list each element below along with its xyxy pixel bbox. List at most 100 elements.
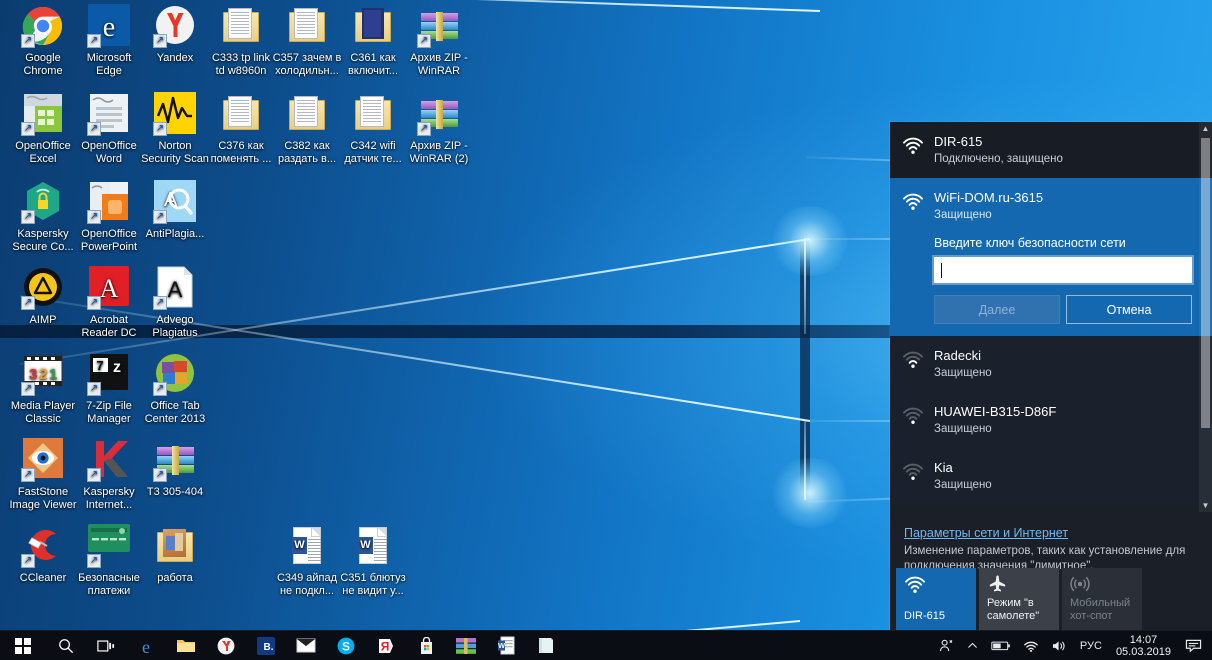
wifi-signal-icon — [902, 136, 924, 156]
desktop-icon-label: 7-Zip File Manager — [86, 400, 132, 425]
taskbar-skype[interactable]: S — [326, 631, 366, 660]
quick-action-tile[interactable]: Мобильный хот-спот — [1062, 568, 1142, 630]
show-hidden-icons-icon[interactable] — [960, 631, 985, 660]
mpc-icon: 3 2 1 — [21, 352, 65, 396]
winrar-icon — [417, 92, 461, 136]
desktop-icon[interactable]: Архив ZIP - WinRAR — [404, 4, 474, 77]
desktop-icon[interactable]: Kaspersky Internet... — [74, 438, 144, 511]
desktop-icon[interactable]: A Advego Plagiatus — [140, 266, 210, 339]
desktop-icon[interactable]: FastStone Image Viewer — [8, 438, 78, 511]
desktop-icon[interactable]: 7 z 7-Zip File Manager — [74, 352, 144, 425]
wifi-network-list[interactable]: DIR-615 Подключено, защищено WiFi-DOM.ru-… — [890, 122, 1212, 512]
onenote-icon — [536, 636, 556, 656]
wifi-network-status: Подключено, защищено — [934, 153, 1063, 165]
desktop-icon[interactable]: AIMP — [8, 266, 78, 327]
desktop-icon[interactable]: Безопасные платежи — [74, 524, 144, 597]
start-button[interactable] — [0, 631, 46, 660]
action-center-icon[interactable] — [1179, 631, 1208, 660]
desktop-icon[interactable]: C382 как раздать в... — [272, 92, 342, 165]
taskbar-winrar[interactable] — [446, 631, 486, 660]
folder-icon — [176, 636, 196, 656]
desktop-icon[interactable]: Kaspersky Secure Co... — [8, 180, 78, 253]
desktop-icon[interactable]: A Acrobat Reader DC — [74, 266, 144, 339]
desktop-icon[interactable]: Norton Security Scan — [140, 92, 210, 165]
desktop-icon[interactable]: A AntiPlagia... — [140, 180, 210, 241]
desktop-icon-label: C351 блютуз не видит у... — [340, 572, 406, 597]
desktop-icon[interactable]: Google Chrome — [8, 4, 78, 77]
wifi-network-status: Защищено — [934, 423, 992, 435]
taskbar-yandex[interactable] — [206, 631, 246, 660]
desktop-icon-label: Office Tab Center 2013 — [144, 400, 206, 425]
desktop-icon[interactable]: OpenOffice Word — [74, 92, 144, 165]
safe-payments-icon — [87, 524, 131, 568]
shortcut-arrow-icon — [153, 468, 167, 482]
clock-time: 14:07 — [1129, 633, 1158, 646]
taskbar: e B. S Я W РУС 14:07 05.03.2019 — [0, 630, 1212, 660]
wifi-network-text: WiFi-DOM.ru-3615 Защищено — [934, 190, 1198, 222]
task-view-button[interactable] — [86, 631, 126, 660]
wifi-signal-icon — [902, 192, 924, 212]
taskbar-yandex-browser[interactable]: Я — [366, 631, 406, 660]
desktop-icon[interactable]: C342 wifi датчик те... — [338, 92, 408, 165]
desktop-icon-label: Архив ZIP - WinRAR — [410, 52, 468, 77]
openoffice-writer-icon — [87, 92, 131, 136]
taskbar-mail[interactable] — [286, 631, 326, 660]
wifi-network-item[interactable]: Kia Защищено — [890, 448, 1212, 504]
wifi-signal-icon — [902, 462, 924, 482]
desktop-icon[interactable]: OpenOffice Excel — [8, 92, 78, 165]
desktop-icon[interactable]: W C349 айпад не подкл... — [272, 524, 342, 597]
desktop-icon[interactable]: C376 как поменять ... — [206, 92, 276, 165]
desktop-icon-label: Norton Security Scan — [141, 140, 209, 165]
taskbar-store[interactable] — [406, 631, 446, 660]
wifi-icon[interactable] — [1017, 631, 1045, 660]
yandex-icon — [216, 636, 236, 656]
desktop-icon[interactable]: C361 как включит... — [338, 4, 408, 77]
desktop-icon[interactable]: Yandex — [140, 4, 210, 65]
battery-icon[interactable] — [985, 631, 1017, 660]
quick-action-tile[interactable]: DIR-615 — [896, 568, 976, 630]
wifi-network-item[interactable]: HUAWEI-B315-D86F Защищено — [890, 392, 1212, 448]
scrollbar-thumb[interactable] — [1201, 138, 1210, 428]
desktop-icon-label: Безопасные платежи — [78, 572, 140, 597]
language-indicator[interactable]: РУС — [1074, 631, 1108, 660]
norton-icon — [153, 92, 197, 136]
wifi-network-item[interactable]: DIR-615 Подключено, защищено — [890, 122, 1212, 178]
desktop-icon[interactable]: 3 2 1 Media Player Classic — [8, 352, 78, 425]
desktop-icon[interactable]: T3 305-404 — [140, 438, 210, 499]
taskbar-file-explorer[interactable] — [166, 631, 206, 660]
wifi-network-item[interactable]: Radecki Защищено — [890, 336, 1212, 392]
desktop-icon[interactable]: OpenOffice PowerPoint — [74, 180, 144, 253]
desktop-icon-label: работа — [157, 572, 193, 584]
taskbar-edge[interactable]: e — [126, 631, 166, 660]
wifi-network-item[interactable]: WiFi-DOM.ru-3615 Защищено — [890, 178, 1212, 234]
quick-action-tile[interactable]: Режим "в самолете" — [979, 568, 1059, 630]
next-button[interactable]: Далее — [934, 295, 1060, 324]
taskbar-onenote[interactable] — [526, 631, 566, 660]
desktop-icon[interactable]: Office Tab Center 2013 — [140, 352, 210, 425]
wifi-list-scrollbar[interactable]: ▲ ▼ — [1199, 122, 1212, 512]
desktop-icon[interactable]: C357 зачем в холодильн... — [272, 4, 342, 77]
network-internet-settings-link[interactable]: Параметры сети и Интернет — [904, 526, 1068, 540]
desktop-icon[interactable]: Архив ZIP - WinRAR (2) — [404, 92, 474, 165]
people-icon[interactable] — [933, 631, 960, 660]
desktop-icon-label: C361 как включит... — [347, 52, 399, 77]
volume-icon[interactable] — [1045, 631, 1074, 660]
taskbar-word[interactable]: W — [486, 631, 526, 660]
taskbar-booking[interactable]: B. — [246, 631, 286, 660]
system-tray: РУС 14:07 05.03.2019 — [933, 631, 1212, 660]
desktop-icon[interactable]: CCleaner — [8, 524, 78, 585]
desktop-icon[interactable]: работа — [140, 524, 210, 585]
scroll-up-arrow-icon[interactable]: ▲ — [1199, 122, 1212, 135]
scroll-down-arrow-icon[interactable]: ▼ — [1199, 499, 1212, 512]
desktop-icon[interactable]: C333 tp link td w8960n — [206, 4, 276, 77]
security-key-input[interactable] — [932, 255, 1194, 285]
clock[interactable]: 14:07 05.03.2019 — [1108, 631, 1179, 660]
folder-icon — [351, 92, 395, 136]
cancel-button[interactable]: Отмена — [1066, 295, 1192, 324]
svg-text:S: S — [342, 639, 350, 653]
desktop-icon[interactable]: e Microsoft Edge — [74, 4, 144, 77]
desktop-icon[interactable]: W C351 блютуз не видит у... — [338, 524, 408, 597]
search-button[interactable] — [46, 631, 86, 660]
shortcut-arrow-icon — [21, 382, 35, 396]
desktop-icon-grid: Google Chrome e Microsoft Edge Yandex C333… — [0, 0, 880, 630]
